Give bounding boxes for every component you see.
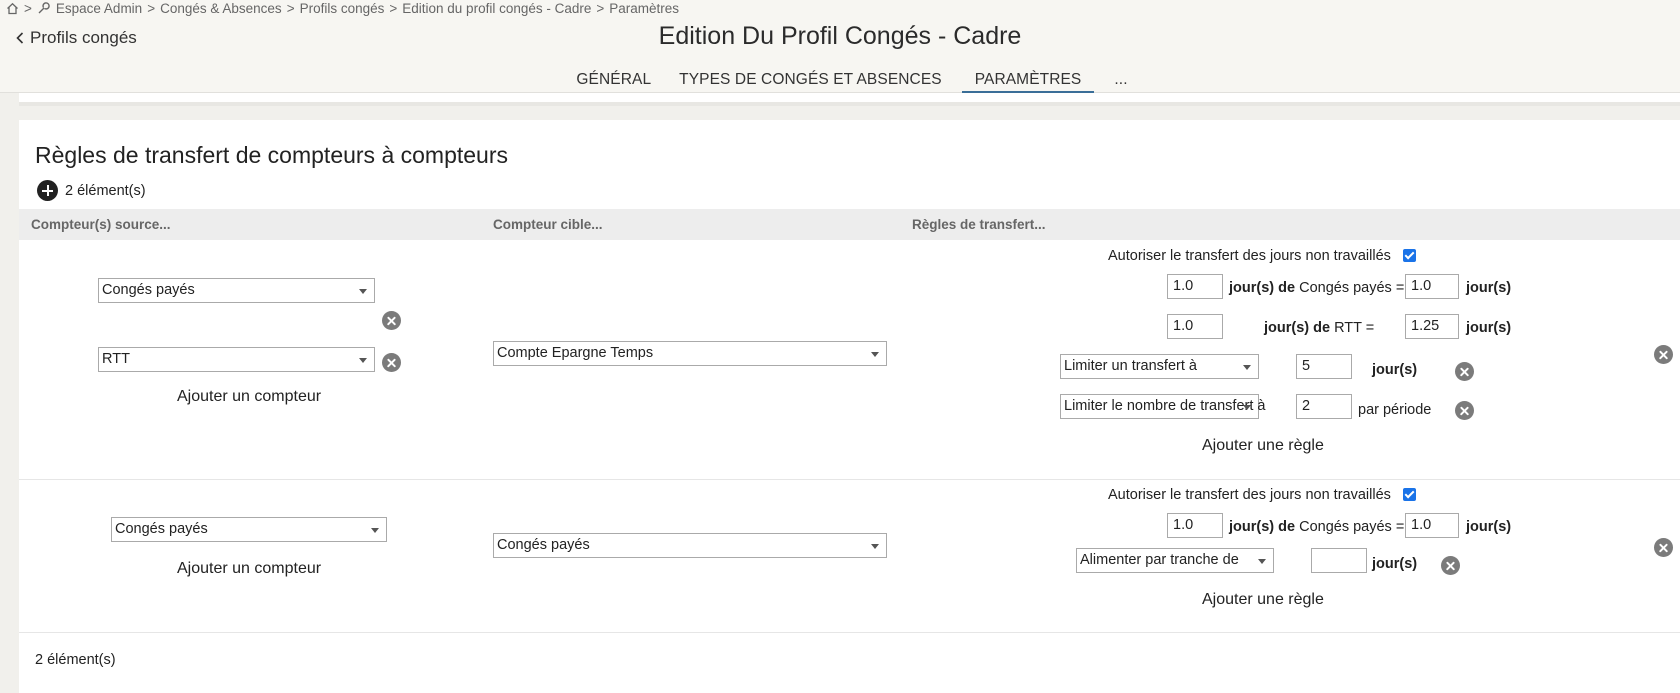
ratio-label-name: Congés payés = [1299,519,1405,535]
add-circle-icon[interactable] [37,180,58,201]
select-value: Congés payés [102,282,195,298]
breadcrumb-item-parametres: Paramètres [609,1,680,16]
source-counter-select[interactable]: Congés payés [111,517,387,542]
ratio-label-prefix: jour(s) de [1229,519,1296,535]
breadcrumb-item-conges-absences[interactable]: Congés & Absences [160,1,282,16]
target-counter-select[interactable]: Compte Epargne Temps [493,341,887,366]
rule-type-select[interactable]: Alimenter par tranche de [1076,548,1274,573]
ratio-to-input[interactable]: 1.25 [1405,314,1459,339]
table-row: Congés payés RTT Ajouter un compteur Com… [19,240,1680,480]
ratio-from-input[interactable]: 1.0 [1167,314,1223,339]
caret-down-icon [871,352,879,357]
rule-value-input[interactable] [1311,548,1367,573]
caret-down-icon [371,528,379,533]
select-value: Alimenter par tranche de [1080,552,1239,568]
rule-value-input[interactable]: 2 [1296,394,1352,419]
caret-down-icon [1258,559,1266,564]
select-value: Compte Epargne Temps [497,345,654,361]
tab-bar: GÉNÉRAL TYPES DE CONGÉS ET ABSENCES PARA… [0,68,1680,93]
tab-general[interactable]: GÉNÉRAL [576,68,651,93]
wrench-icon [37,2,50,15]
remove-rule-icon[interactable] [1455,362,1474,381]
select-value: Congés payés [115,521,208,537]
remove-rule-icon[interactable] [1455,401,1474,420]
breadcrumb-item-edition-profil[interactable]: Edition du profil congés - Cadre [402,1,591,16]
allow-transfer-label: Autoriser le transfert des jours non tra… [1108,248,1391,264]
days-unit: jour(s) [1372,362,1418,378]
column-header-source[interactable]: Compteur(s) source... [31,217,171,232]
transfer-rules-panel: Règles de transfert de compteurs à compt… [19,120,1680,693]
caret-down-icon [871,544,879,549]
add-counter-link[interactable]: Ajouter un compteur [177,388,321,406]
add-rule-link[interactable]: Ajouter une règle [1202,437,1324,455]
select-value: RTT [102,351,130,367]
caret-down-icon [359,289,367,294]
breadcrumb-separator: > [389,1,398,16]
ratio-label-prefix: jour(s) de [1264,320,1331,336]
table-header: Compteur(s) source... Compteur cible... … [19,209,1680,240]
breadcrumb-separator: > [596,1,605,16]
add-item-control: 2 élément(s) [37,180,146,201]
section-title: Règles de transfert de compteurs à compt… [35,142,509,168]
ratio-label: jour(s) de Congés payés = [1229,519,1404,535]
ratio-to-input[interactable]: 1.0 [1405,513,1459,538]
breadcrumb-separator: > [24,1,32,16]
breadcrumb-separator: > [147,1,156,16]
ratio-label-name: Congés payés = [1299,280,1405,296]
breadcrumb-item-profils-conges[interactable]: Profils congés [300,1,385,16]
days-unit: jour(s) [1372,556,1418,572]
table-row: Congés payés Ajouter un compteur Congés … [19,480,1680,633]
days-unit: jour(s) [1466,280,1512,296]
allow-transfer-checkbox[interactable] [1403,488,1416,501]
previous-section-edge [19,93,1680,106]
ratio-label: jour(s) de RTT = [1264,320,1374,336]
rule-type-select[interactable]: Limiter un transfert à [1060,354,1259,379]
rule-value-input[interactable]: 5 [1296,354,1352,379]
caret-down-icon [359,358,367,363]
remove-row-icon[interactable] [1654,345,1673,364]
remove-source-icon[interactable] [382,311,401,330]
ratio-to-input[interactable]: 1.0 [1405,274,1459,299]
select-value: Limiter un transfert à [1064,358,1197,374]
ratio-label-prefix: jour(s) de [1229,280,1296,296]
breadcrumb-separator: > [286,1,295,16]
breadcrumb-item-espace-admin[interactable]: Espace Admin [56,1,142,16]
source-counter-select[interactable]: Congés payés [98,278,375,303]
caret-down-icon [1243,365,1251,370]
add-rule-link[interactable]: Ajouter une règle [1202,591,1324,609]
allow-transfer-label: Autoriser le transfert des jours non tra… [1108,487,1391,503]
ratio-from-input[interactable]: 1.0 [1167,513,1223,538]
per-period-label: par période [1358,402,1432,418]
home-icon[interactable] [6,2,19,15]
select-value: Limiter le nombre de transfert à [1064,398,1266,414]
column-header-rules[interactable]: Règles de transfert... [912,217,1046,232]
tab-more[interactable]: ... [1114,68,1127,93]
breadcrumb: > Espace Admin > Congés & Absences > Pro… [6,1,679,16]
caret-down-icon [1243,405,1251,410]
allow-transfer-checkbox[interactable] [1403,249,1416,262]
tab-parametres[interactable]: PARAMÈTRES [961,68,1095,93]
column-header-target[interactable]: Compteur cible... [493,217,603,232]
days-unit: jour(s) [1466,519,1512,535]
item-count: 2 élément(s) [65,182,146,199]
page-title: Edition Du Profil Congés - Cadre [658,22,1022,50]
remove-rule-icon[interactable] [1441,556,1460,575]
target-counter-select[interactable]: Congés payés [493,533,887,558]
remove-row-icon[interactable] [1654,538,1673,557]
source-counter-select[interactable]: RTT [98,347,375,372]
remove-source-icon[interactable] [382,353,401,372]
top-bar: > Espace Admin > Congés & Absences > Pro… [0,0,1680,93]
rule-type-select[interactable]: Limiter le nombre de transfert à [1060,394,1265,419]
days-unit: jour(s) [1466,320,1512,336]
add-counter-link[interactable]: Ajouter un compteur [177,560,321,578]
ratio-from-input[interactable]: 1.0 [1167,274,1223,299]
select-value: Congés payés [497,537,590,553]
ratio-label-name: RTT = [1334,320,1375,336]
item-count-footer: 2 élément(s) [35,652,116,668]
ratio-label: jour(s) de Congés payés = [1229,280,1404,296]
tab-types-conges[interactable]: TYPES DE CONGÉS ET ABSENCES [679,68,942,93]
